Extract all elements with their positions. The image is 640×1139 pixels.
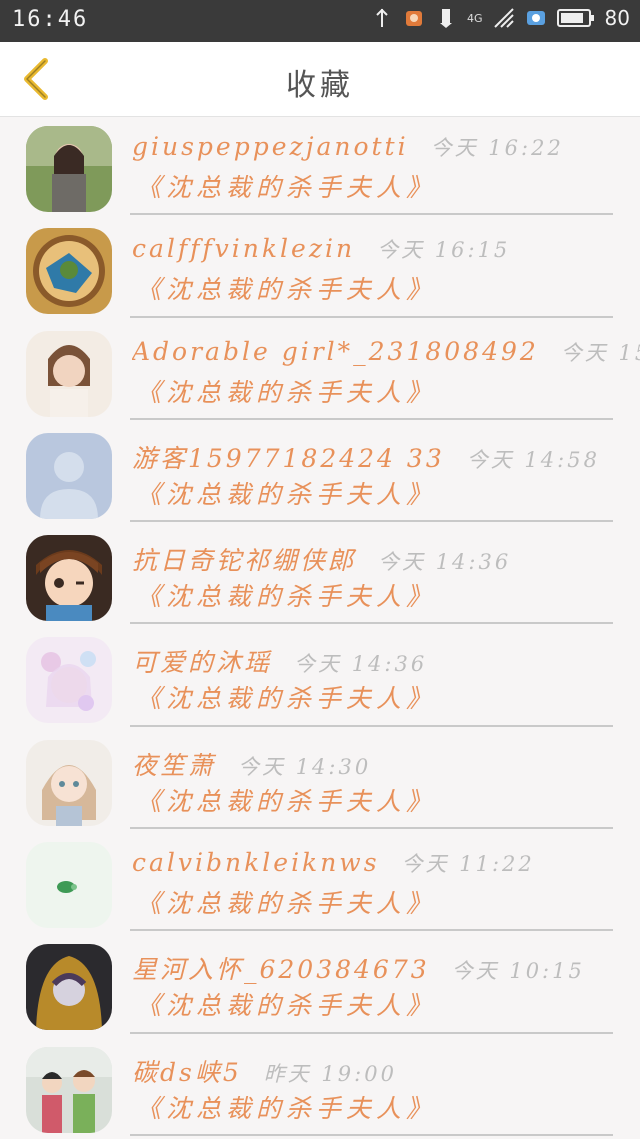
app-notification-icon — [526, 11, 545, 25]
list-item[interactable]: 可爱的沐瑶 今天 14:36 《沈总裁的杀手夫人》 — [0, 627, 640, 729]
network-label: 4G — [467, 11, 483, 25]
divider — [130, 315, 613, 318]
list-item[interactable]: 碳ds峡5 昨天 19:00 《沈总裁的杀手夫人》 — [0, 1037, 640, 1139]
list-item[interactable]: calvibnkleiknws 今天 11:22 《沈总裁的杀手夫人》 — [0, 832, 640, 934]
list-item[interactable]: 游客15977182424 33 今天 14:58 《沈总裁的杀手夫人》 — [0, 423, 640, 525]
notification-app-icon — [406, 11, 423, 26]
signal-icon — [493, 8, 514, 28]
timestamp: 昨天 19:00 — [263, 1061, 397, 1086]
avatar — [26, 330, 112, 417]
avatar — [26, 432, 112, 519]
list-item[interactable]: 夜笙萧 今天 14:30 《沈总裁的杀手夫人》 — [0, 730, 640, 832]
user-name: 碳ds峡5 — [132, 1057, 242, 1087]
book-title: 《沈总裁的杀手夫人》 — [136, 275, 437, 305]
avatar — [26, 944, 112, 1031]
avatar — [26, 739, 112, 826]
page-title: 收藏 — [286, 68, 354, 103]
user-name: 星河入怀_620384673 — [132, 955, 430, 985]
timestamp: 今天 16:22 — [430, 136, 564, 160]
status-icons: 4G 80 — [371, 6, 630, 30]
divider — [130, 1031, 613, 1034]
divider — [130, 213, 613, 216]
list-item[interactable]: Adorable girl*_231808492 今天 15:13 《沈总裁的杀… — [0, 321, 640, 423]
user-name: 抗日奇铊祁绷侠郞 — [132, 546, 357, 576]
book-title: 《沈总裁的杀手夫人》 — [136, 582, 437, 612]
timestamp: 今天 15:13 — [560, 340, 640, 365]
user-name: calfffvinklezin — [132, 234, 356, 264]
battery-level: 80 — [604, 6, 630, 30]
user-name: giuspeppezjanotti — [132, 132, 409, 161]
book-title: 《沈总裁的杀手夫人》 — [136, 786, 437, 816]
usb-icon — [376, 8, 388, 27]
timestamp: 今天 14:30 — [238, 754, 372, 779]
user-name: calvibnkleiknws — [132, 848, 380, 878]
download-icon — [440, 9, 453, 28]
avatar — [26, 228, 112, 315]
book-title: 《沈总裁的杀手夫人》 — [136, 377, 437, 407]
user-name: Adorable girl*_231808492 — [132, 336, 539, 366]
list-item[interactable]: 星河入怀_620384673 今天 10:15 《沈总裁的杀手夫人》 — [0, 934, 640, 1036]
book-title: 《沈总裁的杀手夫人》 — [136, 173, 437, 202]
timestamp: 今天 14:36 — [378, 550, 512, 575]
header: 收藏 — [0, 42, 640, 117]
book-title: 《沈总裁的杀手夫人》 — [136, 991, 437, 1021]
list-item[interactable]: calfffvinklezin 今天 16:15 《沈总裁的杀手夫人》 — [0, 218, 640, 320]
user-name: 游客15977182424 33 — [132, 443, 445, 473]
user-name: 可爱的沐瑶 — [132, 648, 273, 678]
battery-icon — [556, 9, 594, 27]
book-title: 《沈总裁的杀手夫人》 — [136, 479, 437, 509]
divider — [130, 622, 613, 625]
divider — [130, 929, 613, 932]
divider — [130, 827, 613, 830]
avatar — [26, 637, 112, 724]
book-title: 《沈总裁的杀手夫人》 — [136, 1093, 437, 1123]
avatar — [26, 126, 112, 212]
divider — [130, 724, 613, 727]
timestamp: 今天 10:15 — [451, 959, 585, 984]
avatar — [26, 535, 112, 622]
user-name: 夜笙萧 — [132, 750, 217, 780]
status-time: 16:46 — [12, 7, 89, 32]
avatar — [26, 1046, 112, 1133]
divider — [130, 417, 613, 420]
book-title: 《沈总裁的杀手夫人》 — [136, 684, 437, 714]
divider — [130, 520, 613, 523]
timestamp: 今天 14:58 — [466, 447, 600, 472]
divider — [130, 1133, 613, 1136]
timestamp: 今天 14:36 — [294, 652, 428, 677]
status-bar: 16:46 4G 80 — [0, 0, 640, 42]
timestamp: 今天 11:22 — [401, 852, 535, 877]
book-title: 《沈总裁的杀手夫人》 — [136, 889, 437, 919]
favorites-list: giuspeppezjanotti 今天 16:22 《沈总裁的杀手夫人》 ca… — [0, 116, 640, 1139]
timestamp: 今天 16:15 — [377, 238, 511, 263]
list-item[interactable]: giuspeppezjanotti 今天 16:22 《沈总裁的杀手夫人》 — [0, 116, 640, 218]
avatar — [26, 842, 112, 929]
list-item[interactable]: 抗日奇铊祁绷侠郞 今天 14:36 《沈总裁的杀手夫人》 — [0, 525, 640, 627]
